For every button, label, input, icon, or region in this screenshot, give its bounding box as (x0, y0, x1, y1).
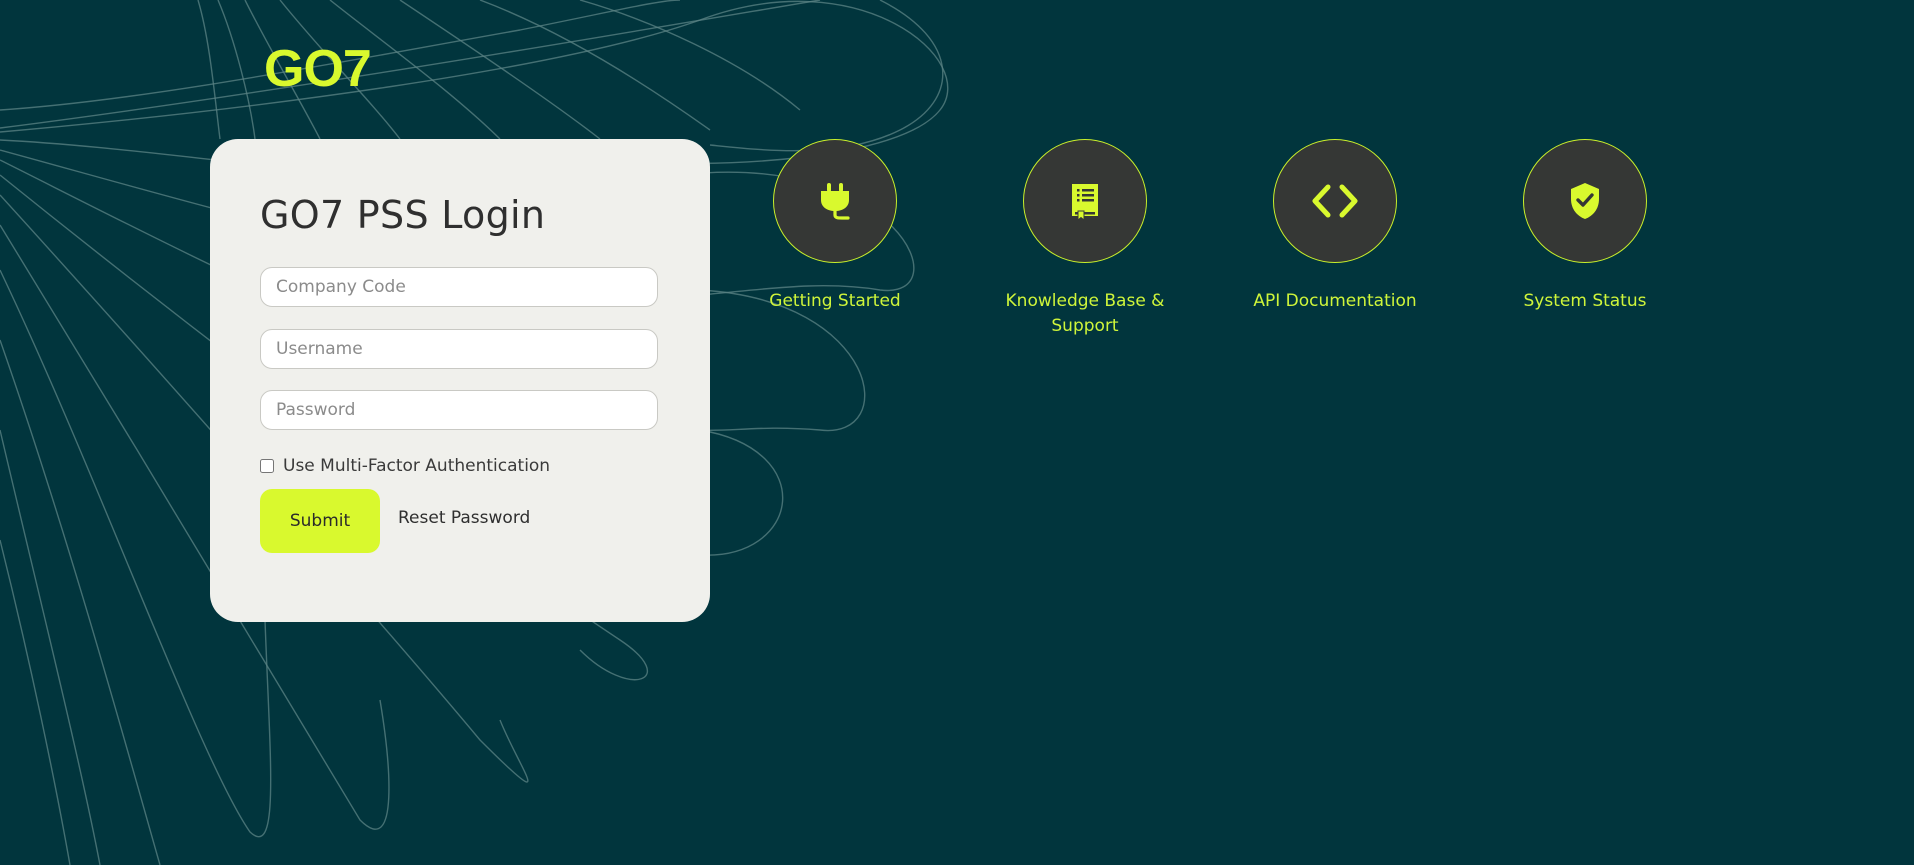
reset-password-link[interactable]: Reset Password (398, 508, 530, 528)
login-card: GO7 PSS Login Use Multi-Factor Authentic… (210, 139, 710, 622)
getting-started-circle[interactable] (773, 139, 897, 263)
mfa-option[interactable]: Use Multi-Factor Authentication (260, 454, 550, 478)
plug-icon (821, 183, 850, 220)
knowledge-base-link[interactable]: Knowledge Base & Support (985, 139, 1185, 339)
code-icon (1312, 184, 1358, 218)
system-status-link[interactable]: System Status (1485, 139, 1685, 314)
api-documentation-circle[interactable] (1273, 139, 1397, 263)
login-page: GO7 GO7 PSS Login Use Multi-Factor Authe… (0, 0, 1914, 865)
getting-started-link[interactable]: Getting Started (735, 139, 935, 314)
book-icon (1072, 184, 1098, 221)
api-documentation-label: API Documentation (1253, 291, 1417, 311)
login-title: GO7 PSS Login (260, 193, 546, 237)
knowledge-base-label: Knowledge Base & Support (1005, 291, 1165, 336)
mfa-checkbox[interactable] (260, 459, 274, 473)
system-status-circle[interactable] (1523, 139, 1647, 263)
system-status-label: System Status (1523, 291, 1647, 311)
shield-check-icon (1571, 183, 1599, 219)
svg-text:GO7: GO7 (264, 40, 371, 92)
company-code-input[interactable] (260, 267, 658, 307)
getting-started-label: Getting Started (769, 291, 901, 311)
submit-button[interactable]: Submit (260, 489, 380, 553)
mfa-label: Use Multi-Factor Authentication (283, 456, 551, 476)
password-input[interactable] (260, 390, 658, 430)
username-input[interactable] (260, 329, 658, 369)
knowledge-base-circle[interactable] (1023, 139, 1147, 263)
api-documentation-link[interactable]: API Documentation (1235, 139, 1435, 314)
go7-logo: GO7 (264, 40, 372, 92)
